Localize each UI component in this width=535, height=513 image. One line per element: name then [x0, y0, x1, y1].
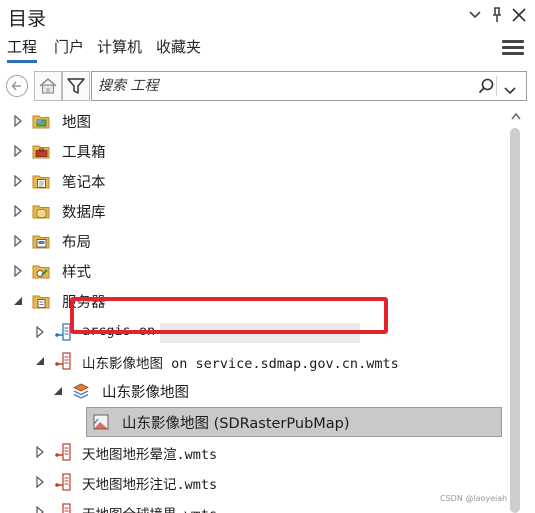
notebook-folder-icon	[32, 175, 50, 189]
search-divider	[496, 76, 497, 96]
expand-arrow-icon[interactable]	[12, 265, 24, 277]
collapse-arrow-icon[interactable]	[12, 295, 24, 307]
tree-item-label: 天地图地形注记.wmts	[82, 477, 218, 493]
pin-icon[interactable]	[488, 6, 506, 24]
scroll-up-icon[interactable]	[511, 112, 521, 120]
filter-icon	[67, 78, 85, 94]
raster-layer-icon	[93, 414, 109, 430]
dropdown-arrow-icon[interactable]	[466, 6, 484, 24]
tree-item-tdt-terrain-wmts[interactable]: 天地图地形晕渲.wmts	[0, 437, 506, 467]
collapse-arrow-icon[interactable]	[34, 355, 46, 367]
search-icon[interactable]	[478, 78, 494, 98]
title-bar: 目录	[0, 0, 535, 34]
style-folder-icon	[32, 265, 50, 279]
expand-arrow-icon[interactable]	[34, 506, 46, 513]
scrollbar-thumb[interactable]	[510, 128, 520, 513]
search-box	[91, 71, 527, 101]
tree-item-label: 天地图全球境界.wmts	[82, 503, 217, 513]
tree-item-selected-layer[interactable]: 山东影像地图 (SDRasterPubMap)	[0, 407, 506, 437]
back-arrow-icon	[11, 81, 21, 91]
toolbar	[0, 70, 535, 102]
expand-arrow-icon[interactable]	[12, 205, 24, 217]
filter-button[interactable]	[62, 71, 90, 101]
expand-arrow-icon[interactable]	[34, 476, 46, 488]
tree-item-label: 样式	[62, 265, 91, 281]
hamburger-menu-icon[interactable]	[502, 40, 524, 58]
tree-item-servers[interactable]: 服务器	[0, 286, 506, 316]
tree-item-arcgis-server[interactable]: arcgis on	[0, 317, 506, 347]
tab-portal[interactable]: 门户	[54, 36, 84, 60]
server-folder-icon	[32, 295, 50, 309]
tree-item-layer-group[interactable]: 山东影像地图	[0, 376, 506, 406]
tree-item-label: 笔记本	[62, 175, 106, 191]
tree-item-maps[interactable]: 地图	[0, 106, 506, 136]
expand-arrow-icon[interactable]	[34, 446, 46, 458]
tree-item-sdmap-wmts[interactable]: 山东影像地图 on service.sdmap.gov.cn.wmts	[0, 346, 506, 376]
tree-item-label: 山东影像地图 (SDRasterPubMap)	[122, 416, 350, 432]
toolbox-folder-icon	[32, 145, 50, 159]
expand-arrow-icon[interactable]	[12, 235, 24, 247]
tree-item-styles[interactable]: 样式	[0, 256, 506, 286]
catalog-tree: 地图 工具箱 笔记本 数据库 布局 样式 服务器 arcgis on 山东影像地…	[0, 106, 506, 513]
tree-item-label: 布局	[62, 235, 91, 251]
expand-arrow-icon[interactable]	[12, 115, 24, 127]
tree-item-label: 山东影像地图	[102, 385, 189, 401]
collapse-arrow-icon[interactable]	[52, 385, 64, 397]
arcgis-server-icon	[55, 323, 71, 341]
tree-item-tdt-boundary-wmts[interactable]: 天地图全球境界.wmts	[0, 497, 506, 513]
home-icon	[39, 78, 57, 94]
chevron-down-icon[interactable]	[504, 80, 516, 99]
tree-item-layouts[interactable]: 布局	[0, 226, 506, 256]
tab-favorites[interactable]: 收藏夹	[156, 36, 201, 60]
expand-arrow-icon[interactable]	[12, 175, 24, 187]
tree-item-tdt-annotation-wmts[interactable]: 天地图地形注记.wmts	[0, 467, 506, 497]
wmts-server-icon	[62, 503, 71, 513]
watermark-text: CSDN @laoyeiah	[440, 494, 508, 503]
tree-item-label: 工具箱	[62, 145, 106, 161]
tree-item-label: 数据库	[62, 205, 106, 221]
layer-group-icon	[73, 383, 89, 399]
tree-item-label: 地图	[62, 115, 91, 131]
database-folder-icon	[32, 205, 50, 219]
tree-item-notebooks[interactable]: 笔记本	[0, 166, 506, 196]
vertical-scrollbar[interactable]	[507, 106, 523, 513]
wmts-server-icon	[55, 352, 71, 370]
tree-item-toolboxes[interactable]: 工具箱	[0, 136, 506, 166]
pane-title: 目录	[8, 8, 47, 30]
tab-computer[interactable]: 计算机	[97, 36, 142, 60]
close-icon[interactable]	[510, 6, 528, 24]
tree-item-label: 服务器	[62, 295, 106, 311]
layout-folder-icon	[32, 235, 50, 249]
expand-arrow-icon[interactable]	[12, 145, 24, 157]
tab-project[interactable]: 工程	[7, 36, 38, 63]
map-folder-icon	[32, 115, 50, 129]
tree-item-databases[interactable]: 数据库	[0, 196, 506, 226]
tab-bar: 工程 门户 计算机 收藏夹	[0, 34, 535, 68]
search-input[interactable]	[98, 76, 458, 96]
home-button[interactable]	[34, 71, 62, 101]
back-button[interactable]	[6, 75, 28, 97]
wmts-server-icon	[55, 443, 71, 461]
wmts-server-icon	[55, 473, 71, 491]
expand-arrow-icon[interactable]	[34, 326, 46, 338]
tree-item-label: arcgis on	[82, 323, 156, 339]
tree-item-label: 天地图地形晕渲.wmts	[82, 447, 218, 463]
tree-item-label: 山东影像地图 on service.sdmap.gov.cn.wmts	[82, 356, 399, 372]
redacted-host	[160, 323, 360, 343]
